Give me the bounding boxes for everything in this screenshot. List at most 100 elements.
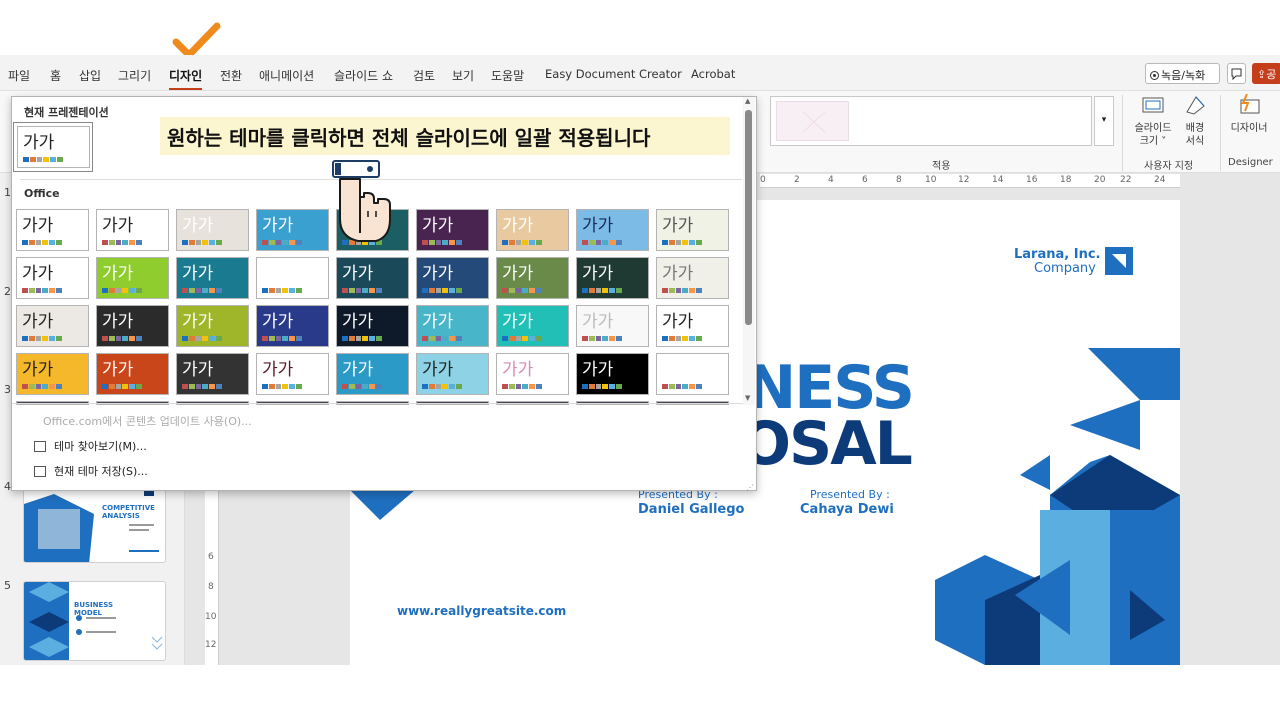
theme-label: 가가 bbox=[102, 264, 134, 284]
format-background-button[interactable]: 배경 서식 bbox=[1180, 94, 1210, 148]
tab-review[interactable]: 검토 bbox=[413, 67, 435, 84]
tab-home[interactable]: 홈 bbox=[50, 67, 61, 84]
theme-thumbnail[interactable]: 가가 bbox=[256, 353, 329, 395]
theme-thumbnail[interactable]: 가가 bbox=[16, 305, 89, 347]
theme-thumbnail[interactable]: 가가 bbox=[656, 209, 729, 251]
theme-thumbnail[interactable]: 가가 bbox=[96, 257, 169, 299]
theme-thumbnail[interactable]: 가가 bbox=[416, 305, 489, 347]
theme-label: 가가 bbox=[22, 360, 54, 380]
theme-thumbnail[interactable]: 가가 bbox=[336, 257, 409, 299]
designer-button[interactable]: 디자이너 bbox=[1226, 92, 1272, 135]
ruler-tick: 24 bbox=[1154, 175, 1166, 185]
save-icon bbox=[34, 466, 46, 477]
theme-color-bars bbox=[422, 336, 462, 341]
tab-transitions[interactable]: 전환 bbox=[220, 67, 242, 84]
theme-thumbnail[interactable]: 가가 bbox=[96, 353, 169, 395]
scroll-thumb[interactable] bbox=[745, 110, 752, 325]
theme-label: 가가 bbox=[342, 264, 374, 284]
save-theme-item[interactable]: 현재 테마 저장(S)... bbox=[34, 463, 148, 479]
theme-thumbnail[interactable]: 가가 bbox=[256, 209, 329, 251]
theme-color-bars bbox=[342, 384, 382, 389]
theme-thumbnail[interactable]: 가가 bbox=[416, 353, 489, 395]
record-icon bbox=[1150, 71, 1159, 80]
theme-color-bars bbox=[662, 384, 702, 389]
comment-button[interactable] bbox=[1227, 63, 1246, 84]
tab-animations[interactable]: 애니메이션 bbox=[259, 67, 314, 84]
theme-thumbnail[interactable]: 가가 bbox=[496, 305, 569, 347]
theme-color-bars bbox=[102, 384, 142, 389]
theme-thumbnail[interactable]: 가가 bbox=[496, 209, 569, 251]
theme-thumbnail[interactable]: 가가 bbox=[576, 353, 649, 395]
theme-thumbnail[interactable]: 가가 bbox=[256, 257, 329, 299]
slide-size-label-2: 크기 ˅ bbox=[1139, 136, 1167, 147]
tab-file[interactable]: 파일 bbox=[8, 67, 30, 84]
scroll-down-icon[interactable]: ▼ bbox=[745, 394, 750, 402]
slide-size-button[interactable]: 슬라이드 크기 ˅ bbox=[1128, 94, 1178, 148]
theme-thumbnail[interactable]: 가가 bbox=[576, 305, 649, 347]
theme-color-bars bbox=[262, 240, 302, 245]
theme-thumbnail[interactable]: 가가 bbox=[416, 209, 489, 251]
ribbon-tab-bar: 파일 홈 삽입 그리기 디자인 전환 애니메이션 슬라이드 쇼 검토 보기 도움… bbox=[0, 55, 1280, 91]
theme-color-bars bbox=[582, 384, 622, 389]
theme-thumbnail[interactable]: 가가 bbox=[176, 305, 249, 347]
theme-thumbnail[interactable]: 가가 bbox=[656, 257, 729, 299]
theme-thumbnail[interactable]: 가가 bbox=[576, 209, 649, 251]
current-theme[interactable]: 가가 bbox=[13, 122, 93, 172]
variant-thumbnail[interactable] bbox=[776, 101, 849, 141]
theme-thumbnail[interactable]: 가가 bbox=[16, 257, 89, 299]
theme-label: 가가 bbox=[182, 360, 214, 380]
ruler-tick: 14 bbox=[992, 175, 1004, 185]
scroll-up-icon[interactable]: ▲ bbox=[745, 97, 750, 105]
theme-label: 가가 bbox=[422, 216, 454, 236]
theme-thumbnail[interactable]: 가가 bbox=[96, 305, 169, 347]
ribbon-separator bbox=[1122, 95, 1123, 171]
theme-thumbnail[interactable]: 가가 bbox=[336, 305, 409, 347]
theme-label: 가가 bbox=[422, 360, 454, 380]
enable-office-content-item: Office.com에서 콘텐츠 업데이트 사용(O)... bbox=[43, 415, 252, 428]
tab-view[interactable]: 보기 bbox=[452, 67, 474, 84]
theme-label: 가가 bbox=[582, 216, 614, 236]
share-button[interactable]: ⇪공 bbox=[1252, 63, 1280, 84]
ribbon-separator bbox=[1220, 95, 1221, 171]
tab-design[interactable]: 디자인 bbox=[169, 67, 203, 90]
slide-title-line2: OSAL bbox=[740, 409, 913, 479]
ruler-tick: 2 bbox=[794, 175, 800, 185]
theme-thumbnail[interactable]: 가가 bbox=[16, 209, 89, 251]
theme-thumbnail[interactable]: 가가 bbox=[256, 305, 329, 347]
designer-label: 디자이너 bbox=[1230, 123, 1268, 134]
theme-thumbnail[interactable]: 가가 bbox=[496, 257, 569, 299]
tab-help[interactable]: 도움말 bbox=[491, 67, 524, 84]
theme-label: 가가 bbox=[582, 312, 614, 332]
theme-thumbnail[interactable]: 가가 bbox=[656, 353, 729, 395]
theme-thumbnail[interactable]: 가가 bbox=[576, 257, 649, 299]
browse-themes-item[interactable]: 테마 찾아보기(M)... bbox=[34, 438, 147, 454]
resize-grip-icon[interactable]: ⋰ bbox=[746, 483, 754, 492]
theme-thumbnail[interactable]: 가가 bbox=[96, 209, 169, 251]
tab-easy-document-creator[interactable]: Easy Document Creator bbox=[545, 67, 682, 81]
current-theme-preview: 가가 bbox=[17, 126, 90, 168]
theme-thumbnail[interactable]: 가가 bbox=[336, 353, 409, 395]
theme-color-bars bbox=[422, 240, 462, 245]
theme-thumbnail[interactable]: 가가 bbox=[176, 257, 249, 299]
slide-thumbnail-4[interactable]: COMPETITIVE ANALYSIS bbox=[23, 483, 166, 563]
format-background-label-2: 서식 bbox=[1185, 136, 1205, 147]
theme-color-bars bbox=[662, 240, 702, 245]
tab-acrobat[interactable]: Acrobat bbox=[691, 67, 735, 81]
theme-thumbnail[interactable]: 가가 bbox=[416, 257, 489, 299]
theme-thumbnail[interactable]: 가가 bbox=[16, 353, 89, 395]
theme-thumbnail[interactable]: 가가 bbox=[496, 353, 569, 395]
tab-slideshow[interactable]: 슬라이드 쇼 bbox=[334, 67, 393, 84]
tab-insert[interactable]: 삽입 bbox=[79, 67, 101, 84]
ruler-tick: 0 bbox=[760, 175, 766, 185]
ruler-tick: 8 bbox=[896, 175, 902, 185]
slide-size-label-1: 슬라이드 bbox=[1134, 123, 1172, 134]
theme-thumbnail[interactable]: 가가 bbox=[176, 209, 249, 251]
vertical-ruler: 6 8 10 12 bbox=[205, 490, 219, 665]
slide-thumbnail-5[interactable]: BUSINESS MODEL bbox=[23, 581, 166, 661]
tab-draw[interactable]: 그리기 bbox=[118, 67, 151, 84]
record-button[interactable]: 녹음/녹화 bbox=[1145, 63, 1220, 84]
theme-thumbnail[interactable]: 가가 bbox=[656, 305, 729, 347]
theme-thumbnail[interactable]: 가가 bbox=[176, 353, 249, 395]
theme-color-bars bbox=[582, 288, 622, 293]
variants-more-button[interactable]: ▾ bbox=[1094, 96, 1114, 146]
